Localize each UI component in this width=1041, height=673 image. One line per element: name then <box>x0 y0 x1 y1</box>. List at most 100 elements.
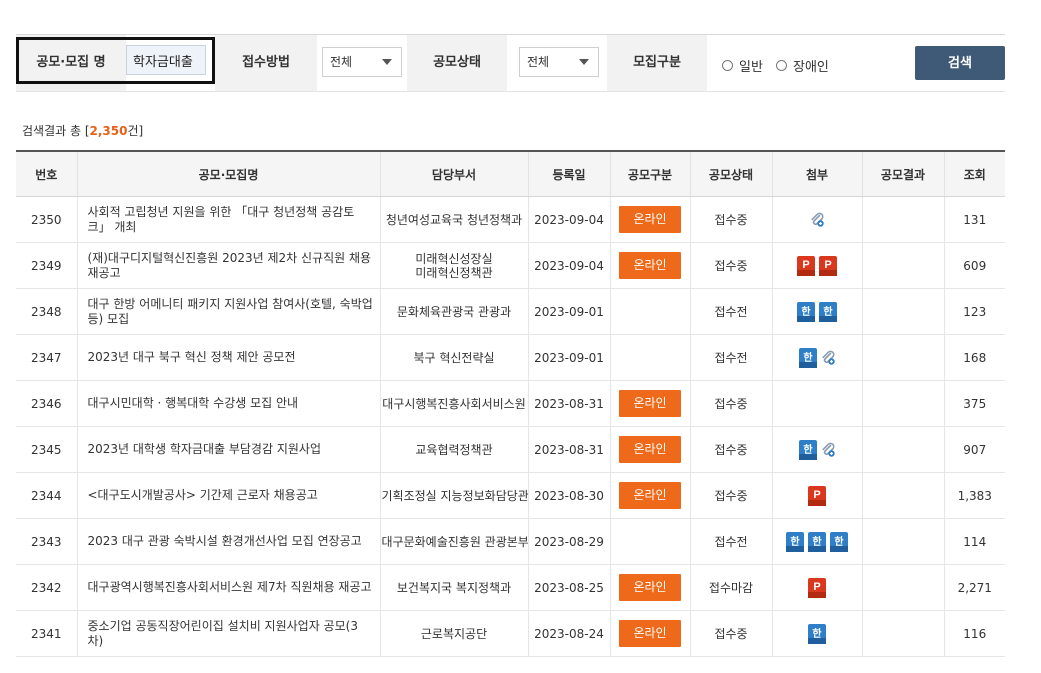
row-status: 접수중 <box>689 610 772 657</box>
status-label: 공모상태 <box>407 35 507 91</box>
row-attachments: 한한 <box>771 288 862 335</box>
table-row[interactable]: 2350 사회적 고립청년 지원을 위한 「대구 청년정책 공감토크」 개최 청년여… <box>16 196 1005 243</box>
online-badge: 온라인 <box>619 620 681 647</box>
dept-line1: 청년여성교육국 청년정책과 <box>385 212 523 227</box>
row-no: 2343 <box>16 518 77 565</box>
ppt-file-icon[interactable]: P <box>818 255 838 277</box>
table-row[interactable]: 2347 2023년 대구 북구 혁신 정책 제안 공모전 북구 혁신전략실 2023… <box>16 334 1005 381</box>
row-type <box>609 288 690 335</box>
row-result <box>861 426 944 473</box>
row-attachments: P <box>771 564 862 611</box>
radio-circle-icon <box>722 60 733 71</box>
row-date: 2023-08-24 <box>527 610 610 657</box>
method-select[interactable]: 전체 <box>322 47 402 77</box>
radio-general-label: 일반 <box>739 60 763 75</box>
row-dept: 대구문화예술진흥원 관광본부 <box>379 518 529 565</box>
ppt-file-icon[interactable]: P <box>807 577 827 599</box>
radio-circle-icon <box>776 60 787 71</box>
row-views: 116 <box>943 610 1005 657</box>
ppt-file-icon[interactable]: P <box>796 255 816 277</box>
ppt-file-icon[interactable]: P <box>807 485 827 507</box>
status-select-value: 전체 <box>527 55 550 69</box>
radio-general[interactable]: 일반 <box>722 56 763 75</box>
row-date: 2023-09-04 <box>527 242 610 289</box>
row-status: 접수전 <box>689 334 772 381</box>
row-type: 온라인 <box>609 426 690 473</box>
online-badge: 온라인 <box>619 436 681 463</box>
row-date: 2023-09-04 <box>527 196 610 243</box>
result-count-value: 2,350 <box>89 124 128 138</box>
row-attachments: PP <box>771 242 862 289</box>
table-row[interactable]: 2346 대구시민대학 · 행복대학 수강생 모집 안내 대구시행복진흥사회서비스원… <box>16 380 1005 427</box>
table-row[interactable]: 2344 <대구도시개발공사> 기간제 근로자 채용공고 기획조정실 지능정보화담당… <box>16 472 1005 519</box>
clip-icon[interactable] <box>809 212 825 228</box>
row-dept: 청년여성교육국 청년정책과 <box>379 196 528 243</box>
row-result <box>861 288 944 335</box>
row-title-link[interactable]: <대구도시개발공사> 기간제 근로자 채용공고 <box>76 472 380 519</box>
row-title-link[interactable]: 대구광역시행복진흥사회서비스원 제7차 직원채용 재공고 <box>76 564 380 611</box>
header-status: 공모상태 <box>689 150 772 197</box>
search-button[interactable]: 검색 <box>915 46 1005 80</box>
hwp-file-icon[interactable]: 한 <box>818 301 838 323</box>
row-views: 907 <box>943 426 1005 473</box>
table-row[interactable]: 2341 중소기업 공동직장어린이집 설치비 지원사업자 공모(3차) 근로복지공단… <box>16 610 1005 657</box>
hwp-file-icon[interactable]: 한 <box>798 347 818 369</box>
dept-line1: 대구시행복진흥사회서비스원 <box>382 396 526 411</box>
hwp-file-icon[interactable]: 한 <box>798 439 818 461</box>
row-title-link[interactable]: 사회적 고립청년 지원을 위한 「대구 청년정책 공감토크」 개최 <box>76 196 380 243</box>
dept-line1: 기획조정실 지능정보화담당관 <box>381 488 529 503</box>
row-title-link[interactable]: 대구 한방 어메니티 패키지 지원사업 참여사(호텔, 숙박업 등) 모집 <box>76 288 380 335</box>
hwp-file-icon[interactable]: 한 <box>829 531 849 553</box>
row-views: 609 <box>943 242 1005 289</box>
table-row[interactable]: 2342 대구광역시행복진흥사회서비스원 제7차 직원채용 재공고 보건복지국 복지… <box>16 564 1005 611</box>
row-no: 2347 <box>16 334 77 381</box>
row-no: 2342 <box>16 564 77 611</box>
row-type: 온라인 <box>609 472 690 519</box>
status-select[interactable]: 전체 <box>519 47 599 77</box>
hwp-file-icon[interactable]: 한 <box>807 623 827 645</box>
table-row[interactable]: 2348 대구 한방 어메니티 패키지 지원사업 참여사(호텔, 숙박업 등) 모… <box>16 288 1005 335</box>
header-dept: 담당부서 <box>379 150 528 197</box>
header-title: 공모·모집명 <box>76 150 380 197</box>
dept-line1: 미래혁신성장실 <box>415 251 493 266</box>
row-no: 2348 <box>16 288 77 335</box>
row-date: 2023-08-31 <box>527 426 610 473</box>
radio-disabled-label: 장애인 <box>793 60 829 75</box>
row-type: 온라인 <box>609 242 690 289</box>
hwp-file-icon[interactable]: 한 <box>796 301 816 323</box>
row-title-link[interactable]: 대구시민대학 · 행복대학 수강생 모집 안내 <box>76 380 380 427</box>
online-badge: 온라인 <box>619 482 681 509</box>
hwp-file-icon[interactable]: 한 <box>785 531 805 553</box>
row-title-link[interactable]: (재)대구디지털혁신진흥원 2023년 제2차 신규직원 채용 재공고 <box>76 242 380 289</box>
row-no: 2346 <box>16 380 77 427</box>
table-row[interactable]: 2343 2023 대구 관광 숙박시설 환경개선사업 모집 연장공고 대구문화예술… <box>16 518 1005 565</box>
table-row[interactable]: 2349 (재)대구디지털혁신진흥원 2023년 제2차 신규직원 채용 재공고 미… <box>16 242 1005 289</box>
row-views: 131 <box>943 196 1005 243</box>
table-row[interactable]: 2345 2023년 대학생 학자금대출 부담경감 지원사업 교육협력정책관 2023… <box>16 426 1005 473</box>
svg-text:P: P <box>813 489 820 501</box>
dept-line1: 문화체육관광국 관광과 <box>396 304 512 319</box>
svg-text:P: P <box>824 259 831 271</box>
row-type: 온라인 <box>609 380 690 427</box>
dept-line1: 교육협력정책관 <box>415 442 493 457</box>
clip-icon[interactable] <box>820 442 836 458</box>
row-date: 2023-08-30 <box>527 472 610 519</box>
row-dept: 대구시행복진흥사회서비스원 <box>379 380 528 427</box>
caret-down-icon <box>382 59 392 65</box>
clip-icon[interactable] <box>820 350 836 366</box>
row-title-link[interactable]: 2023 대구 관광 숙박시설 환경개선사업 모집 연장공고 <box>76 518 380 565</box>
row-views: 123 <box>943 288 1005 335</box>
title-search-input[interactable] <box>126 45 206 75</box>
header-attach: 첨부 <box>771 150 862 197</box>
row-result <box>861 334 944 381</box>
row-title-link[interactable]: 2023년 대구 북구 혁신 정책 제안 공모전 <box>76 334 380 381</box>
table-header-row: 번호 공모·모집명 담당부서 등록일 공모구분 공모상태 첨부 공모결과 조회 <box>16 150 1005 197</box>
row-title-link[interactable]: 중소기업 공동직장어린이집 설치비 지원사업자 공모(3차) <box>76 610 380 657</box>
dept-line1: 대구문화예술진흥원 관광본부 <box>381 534 529 549</box>
announcement-table: 번호 공모·모집명 담당부서 등록일 공모구분 공모상태 첨부 공모결과 조회 … <box>16 150 1005 657</box>
radio-disabled[interactable]: 장애인 <box>776 56 829 75</box>
dept-line1: 근로복지공단 <box>420 626 488 641</box>
row-title-link[interactable]: 2023년 대학생 학자금대출 부담경감 지원사업 <box>76 426 380 473</box>
svg-text:한: 한 <box>803 352 813 364</box>
hwp-file-icon[interactable]: 한 <box>807 531 827 553</box>
